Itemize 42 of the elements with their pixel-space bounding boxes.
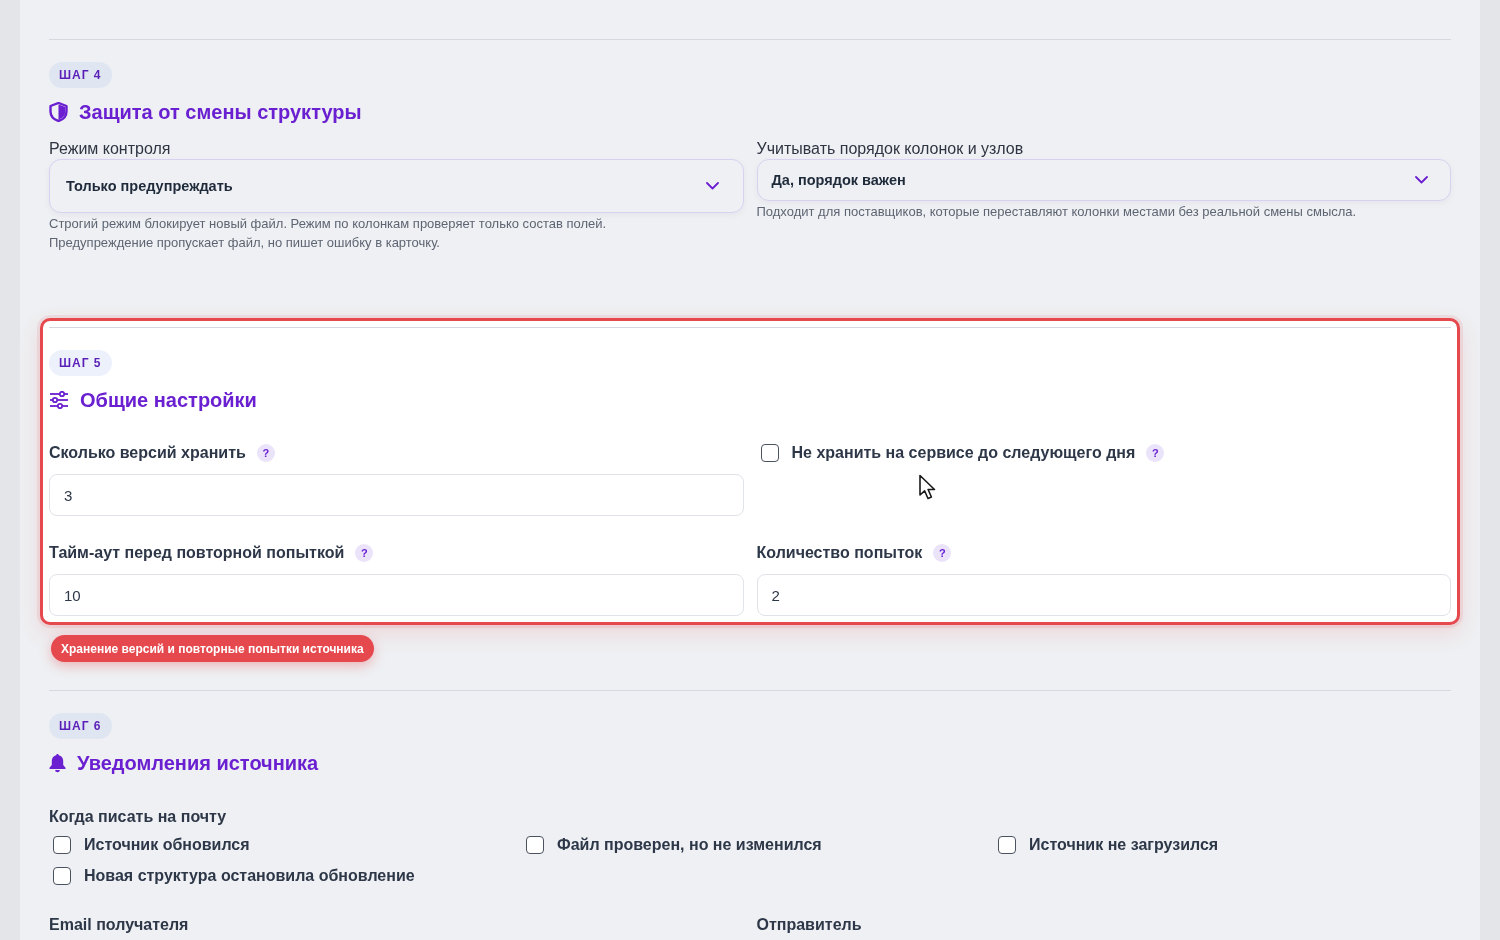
- step-badge: ШАГ 6: [49, 713, 112, 739]
- field-label: Отправитель: [756, 915, 863, 935]
- field-label: Режим контроля: [49, 139, 172, 159]
- checkbox-label: Файл проверен, но не изменился: [557, 835, 822, 855]
- mouse-pointer-icon: [918, 474, 938, 501]
- dropdown[interactable]: Да, порядок важен: [756, 159, 1451, 201]
- bell-icon: [49, 753, 66, 773]
- checkbox[interactable]: [760, 444, 779, 462]
- number-input[interactable]: 2: [756, 574, 1451, 616]
- step-badge: ШАГ 4: [49, 62, 112, 88]
- checkbox[interactable]: [998, 836, 1016, 854]
- section-title: Общие настройки: [80, 388, 257, 413]
- checkbox[interactable]: [526, 836, 544, 854]
- chevron-down-icon: [1415, 176, 1428, 184]
- checkbox[interactable]: [53, 836, 71, 854]
- shield-icon: [49, 102, 68, 122]
- field-label: Учитывать порядок колонок и узлов: [756, 139, 1025, 159]
- field-label: Количество попыток: [756, 543, 923, 563]
- checkbox-label: Не хранить на сервисе до следующего дня: [791, 443, 1136, 463]
- field-label: Сколько версий хранить: [49, 443, 246, 463]
- hint-text: Строгий режим блокирует новый файл. Режим по колонкам проверяет только состав полей. Предупреждение пропускает файл, но пишет ошибку в карточку.: [49, 215, 608, 252]
- help-button[interactable]: ?: [355, 544, 374, 562]
- hint-text: Подходит для поставщиков, которые переставляют колонки местами без реальной смены смысла.: [756, 203, 1357, 221]
- dropdown[interactable]: Только предупреждать: [49, 159, 744, 213]
- number-input[interactable]: 10: [49, 574, 744, 616]
- help-button[interactable]: ?: [1146, 444, 1165, 462]
- field-label: Email получателя: [49, 915, 190, 935]
- checkbox-label: Новая структура остановила обновление: [84, 866, 415, 886]
- checkbox-label: Источник не загрузился: [1029, 835, 1219, 855]
- step-badge: ШАГ 5: [49, 350, 112, 376]
- section-tag: Хранение версий и повторные попытки источника: [51, 635, 374, 662]
- field-label: Тайм-аут перед повторной попыткой: [49, 543, 345, 563]
- group-label: Когда писать на почту: [49, 807, 228, 827]
- number-input[interactable]: 3: [49, 474, 744, 516]
- section-title: Защита от смены структуры: [79, 100, 362, 125]
- chevron-down-icon: [705, 182, 719, 190]
- help-button[interactable]: ?: [256, 444, 275, 462]
- section-title: Уведомления источника: [77, 751, 319, 776]
- sliders-icon: [49, 391, 69, 409]
- help-button[interactable]: ?: [933, 544, 952, 562]
- checkbox[interactable]: [53, 867, 71, 885]
- checkbox-label: Источник обновился: [84, 835, 250, 855]
